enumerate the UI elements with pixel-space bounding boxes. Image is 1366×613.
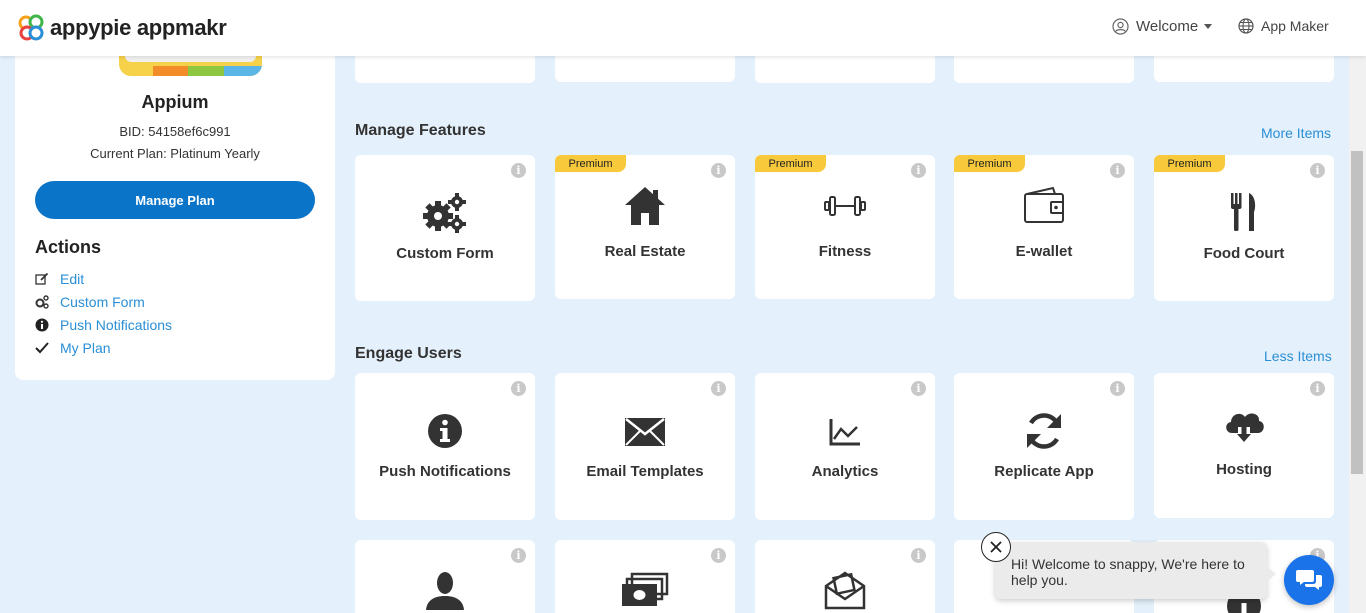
feature-card-custom-form[interactable]: i Custom Form	[355, 155, 535, 301]
feature-card-real-estate[interactable]: Premium i Real Estate	[555, 155, 735, 299]
feature-card-replicate-app[interactable]: i Replicate App	[954, 373, 1134, 520]
card-label: Analytics	[811, 463, 879, 480]
wallet-icon	[954, 186, 1134, 224]
less-items-link[interactable]: Less Items	[1264, 348, 1332, 364]
feature-card-analytics[interactable]: i Analytics	[755, 373, 935, 520]
info-icon	[35, 318, 49, 332]
info-icon[interactable]: i	[911, 381, 926, 396]
premium-badge: Premium	[1154, 155, 1225, 172]
card-label: E-wallet	[1015, 243, 1073, 260]
info-icon[interactable]: i	[711, 381, 726, 396]
open-envelope-icon	[755, 568, 935, 610]
house-icon	[555, 186, 735, 226]
gears-icon	[355, 192, 535, 234]
close-icon[interactable]	[981, 532, 1011, 562]
brand-logo[interactable]: appypie appmakr	[18, 14, 227, 42]
appypie-logo-icon	[18, 14, 44, 41]
premium-badge: Premium	[755, 155, 826, 172]
action-push-notifications[interactable]: Push Notifications	[35, 317, 172, 333]
chart-icon	[755, 418, 935, 446]
check-icon	[35, 341, 49, 355]
gears-icon	[35, 295, 49, 309]
premium-badge: Premium	[954, 155, 1025, 172]
scrollbar-thumb[interactable]	[1351, 151, 1363, 474]
app-maker-label: App Maker	[1261, 18, 1329, 34]
card-label: Real Estate	[604, 243, 686, 260]
welcome-label: Welcome	[1136, 18, 1199, 35]
info-icon[interactable]: i	[1310, 381, 1325, 396]
chat-welcome-message: Hi! Welcome to snappy, We're here to hel…	[995, 542, 1276, 599]
info-icon[interactable]: i	[1310, 163, 1325, 178]
info-icon[interactable]: i	[511, 163, 526, 178]
action-edit[interactable]: Edit	[35, 271, 84, 287]
cloud-download-icon	[1154, 407, 1334, 445]
welcome-menu[interactable]: Welcome	[1112, 18, 1213, 35]
globe-icon	[1238, 18, 1254, 34]
info-icon	[355, 413, 535, 449]
money-icon	[555, 572, 735, 608]
feature-card-email-templates[interactable]: i Email Templates	[555, 373, 735, 520]
feature-card-e-wallet[interactable]: Premium i E-wallet	[954, 155, 1134, 299]
card-label: Hosting	[1216, 461, 1272, 478]
user-icon	[1112, 18, 1129, 35]
action-label: Push Notifications	[60, 317, 173, 333]
premium-badge: Premium	[555, 155, 626, 172]
page-scrollbar[interactable]	[1349, 56, 1366, 613]
manage-plan-button[interactable]: Manage Plan	[35, 181, 315, 219]
sync-icon	[954, 410, 1134, 452]
action-my-plan[interactable]: My Plan	[35, 340, 111, 356]
app-name: Appium	[141, 92, 209, 112]
action-label: My Plan	[60, 340, 111, 356]
envelope-icon	[555, 417, 735, 447]
current-plan: Current Plan: Platinum Yearly	[90, 146, 260, 161]
app-summary-card: Appium BID: 54158ef6c991 Current Plan: P…	[15, 40, 335, 380]
feature-card-food-court[interactable]: Premium i Food Court	[1154, 155, 1334, 301]
card-label: Replicate App	[994, 463, 1094, 480]
app-bid: BID: 54158ef6c991	[119, 124, 231, 139]
user-icon	[355, 570, 535, 610]
info-icon[interactable]: i	[711, 548, 726, 563]
dumbbell-icon	[755, 195, 935, 217]
card-label: Fitness	[818, 243, 872, 260]
chat-open-button[interactable]	[1284, 555, 1334, 605]
actions-heading: Actions	[35, 237, 102, 257]
info-icon[interactable]: i	[511, 381, 526, 396]
feature-card-push-notifications[interactable]: i Push Notifications	[355, 373, 535, 520]
info-icon[interactable]: i	[1110, 163, 1125, 178]
chevron-down-icon	[1204, 24, 1213, 29]
card-label: Custom Form	[396, 245, 494, 262]
app-maker-menu[interactable]: App Maker	[1238, 18, 1329, 34]
manage-features-heading: Manage Features	[355, 122, 486, 139]
more-items-link[interactable]: More Items	[1261, 125, 1331, 141]
action-label: Custom Form	[60, 294, 145, 310]
action-label: Edit	[60, 271, 85, 287]
info-icon[interactable]: i	[911, 163, 926, 178]
brand-name: appypie appmakr	[50, 15, 227, 40]
top-header: appypie appmakr Welcome App Maker	[0, 0, 1366, 56]
feature-card-fitness[interactable]: Premium i Fitness	[755, 155, 935, 299]
info-icon[interactable]: i	[1110, 381, 1125, 396]
feature-card-partial-money[interactable]: i	[555, 540, 735, 613]
feature-card-hosting[interactable]: i Hosting	[1154, 373, 1334, 518]
edit-icon	[35, 272, 49, 286]
chat-icon	[1296, 570, 1322, 590]
info-icon[interactable]: i	[911, 548, 926, 563]
card-label: Food Court	[1203, 245, 1285, 262]
action-custom-form[interactable]: Custom Form	[35, 294, 145, 310]
feature-card-partial-user[interactable]: i	[355, 540, 535, 613]
engage-users-heading: Engage Users	[355, 345, 462, 362]
card-label: Push Notifications	[379, 463, 511, 480]
info-icon[interactable]: i	[511, 548, 526, 563]
utensils-icon	[1154, 192, 1334, 232]
feature-card-partial-mail[interactable]: i	[755, 540, 935, 613]
info-icon[interactable]: i	[711, 163, 726, 178]
card-label: Email Templates	[586, 463, 704, 480]
